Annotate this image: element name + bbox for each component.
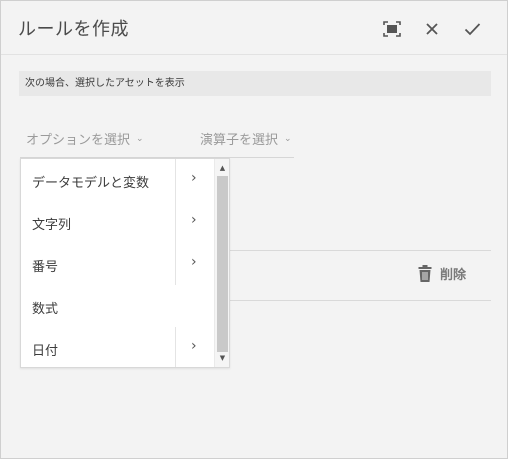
rule-divider-bottom bbox=[230, 300, 491, 301]
menu-item-label: 数式 bbox=[32, 302, 59, 317]
rule-divider-top bbox=[230, 250, 491, 251]
trash-icon bbox=[418, 265, 432, 282]
chevron-down-icon: ⌄ bbox=[284, 133, 292, 144]
operator-select[interactable]: 演算子を選択 ⌄ bbox=[200, 129, 292, 148]
maximize-button[interactable] bbox=[381, 18, 403, 40]
chevron-right-icon[interactable]: › bbox=[191, 212, 197, 228]
submenu-divider bbox=[175, 327, 176, 367]
menu-item-formula[interactable]: 数式 bbox=[21, 285, 214, 327]
menu-item-label: データモデルと変数 bbox=[32, 176, 150, 191]
submenu-divider bbox=[175, 243, 176, 285]
maximize-icon bbox=[383, 21, 401, 37]
menu-scrollbar[interactable]: ▲ ▼ bbox=[214, 159, 229, 367]
menu-item-label: 番号 bbox=[32, 260, 59, 275]
menu-item-string[interactable]: 文字列 › bbox=[21, 201, 214, 243]
option-select-placeholder: オプションを選択 bbox=[26, 133, 131, 148]
rule-condition-label: 次の場合、選択したアセットを表示 bbox=[19, 71, 491, 96]
chevron-right-icon[interactable]: › bbox=[191, 170, 197, 186]
close-button[interactable] bbox=[421, 18, 443, 40]
close-icon bbox=[426, 23, 438, 35]
delete-label: 削除 bbox=[440, 268, 467, 283]
menu-item-label: 日付 bbox=[32, 344, 59, 359]
menu-item-date[interactable]: 日付 › bbox=[21, 327, 214, 367]
confirm-button[interactable] bbox=[461, 18, 483, 40]
operator-select-placeholder: 演算子を選択 bbox=[200, 133, 279, 148]
menu-item-data-model[interactable]: データモデルと変数 › bbox=[21, 159, 214, 201]
check-icon bbox=[464, 23, 480, 36]
delete-button[interactable]: 削除 bbox=[418, 264, 466, 283]
dialog-title: ルールを作成 bbox=[18, 19, 129, 40]
scroll-down-arrow-icon[interactable]: ▼ bbox=[215, 351, 229, 365]
chevron-right-icon[interactable]: › bbox=[191, 338, 197, 354]
chevron-down-icon: ⌄ bbox=[136, 133, 144, 144]
create-rule-dialog: ルールを作成 次の場合、選択したアセットを表示 オプションを選択 ⌄ 演算子を選… bbox=[0, 0, 508, 459]
option-dropdown-menu: データモデルと変数 › 文字列 › 番号 › 数式 日付 › ▲ ▼ bbox=[20, 158, 230, 368]
submenu-divider bbox=[175, 159, 176, 201]
scroll-up-arrow-icon[interactable]: ▲ bbox=[215, 161, 229, 175]
chevron-right-icon[interactable]: › bbox=[191, 254, 197, 270]
option-select[interactable]: オプションを選択 ⌄ bbox=[26, 129, 144, 148]
scroll-thumb[interactable] bbox=[217, 176, 228, 352]
menu-item-number[interactable]: 番号 › bbox=[21, 243, 214, 285]
title-bar: ルールを作成 bbox=[1, 1, 507, 55]
submenu-divider bbox=[175, 201, 176, 243]
menu-item-label: 文字列 bbox=[32, 218, 72, 233]
